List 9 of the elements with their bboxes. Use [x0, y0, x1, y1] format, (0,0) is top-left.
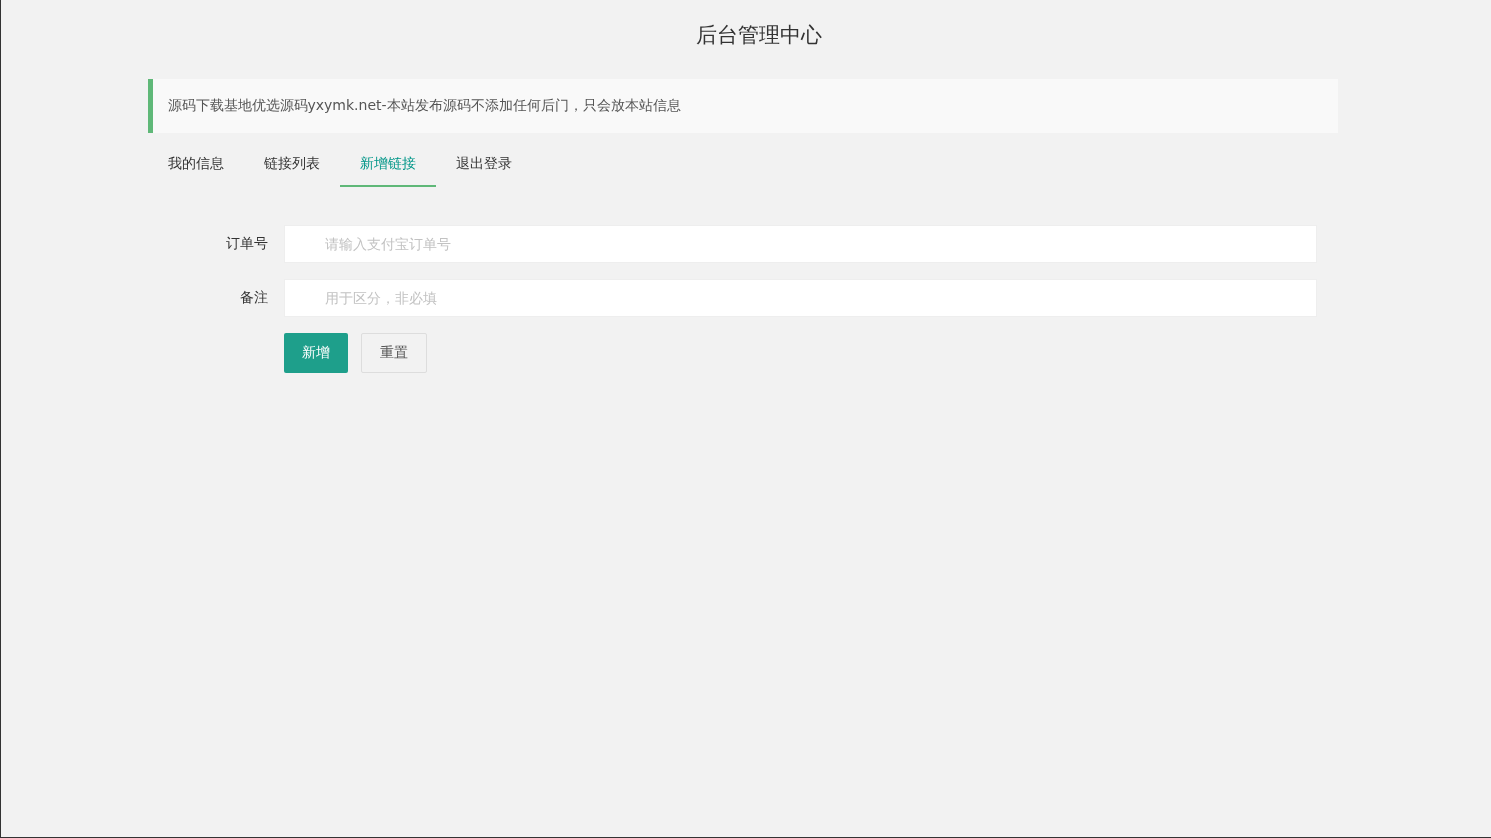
page-title: 后台管理中心 [695, 22, 822, 49]
input-field[interactable]: 请输入支付宝订单号 [283, 225, 1317, 263]
tab[interactable]: 我的信息 [147, 143, 244, 187]
tab[interactable]: 退出登录 [435, 143, 532, 187]
tab[interactable]: 链接列表 [243, 143, 340, 187]
reset-button[interactable]: 重置 [360, 333, 427, 373]
field-label: 备注 [238, 289, 269, 307]
field-label: 订单号 [224, 235, 269, 253]
notice-banner: 源码下载基地优选源码yxymk.net-本站发布源码不添加任何后门，只会放本站信息 [147, 79, 1338, 133]
